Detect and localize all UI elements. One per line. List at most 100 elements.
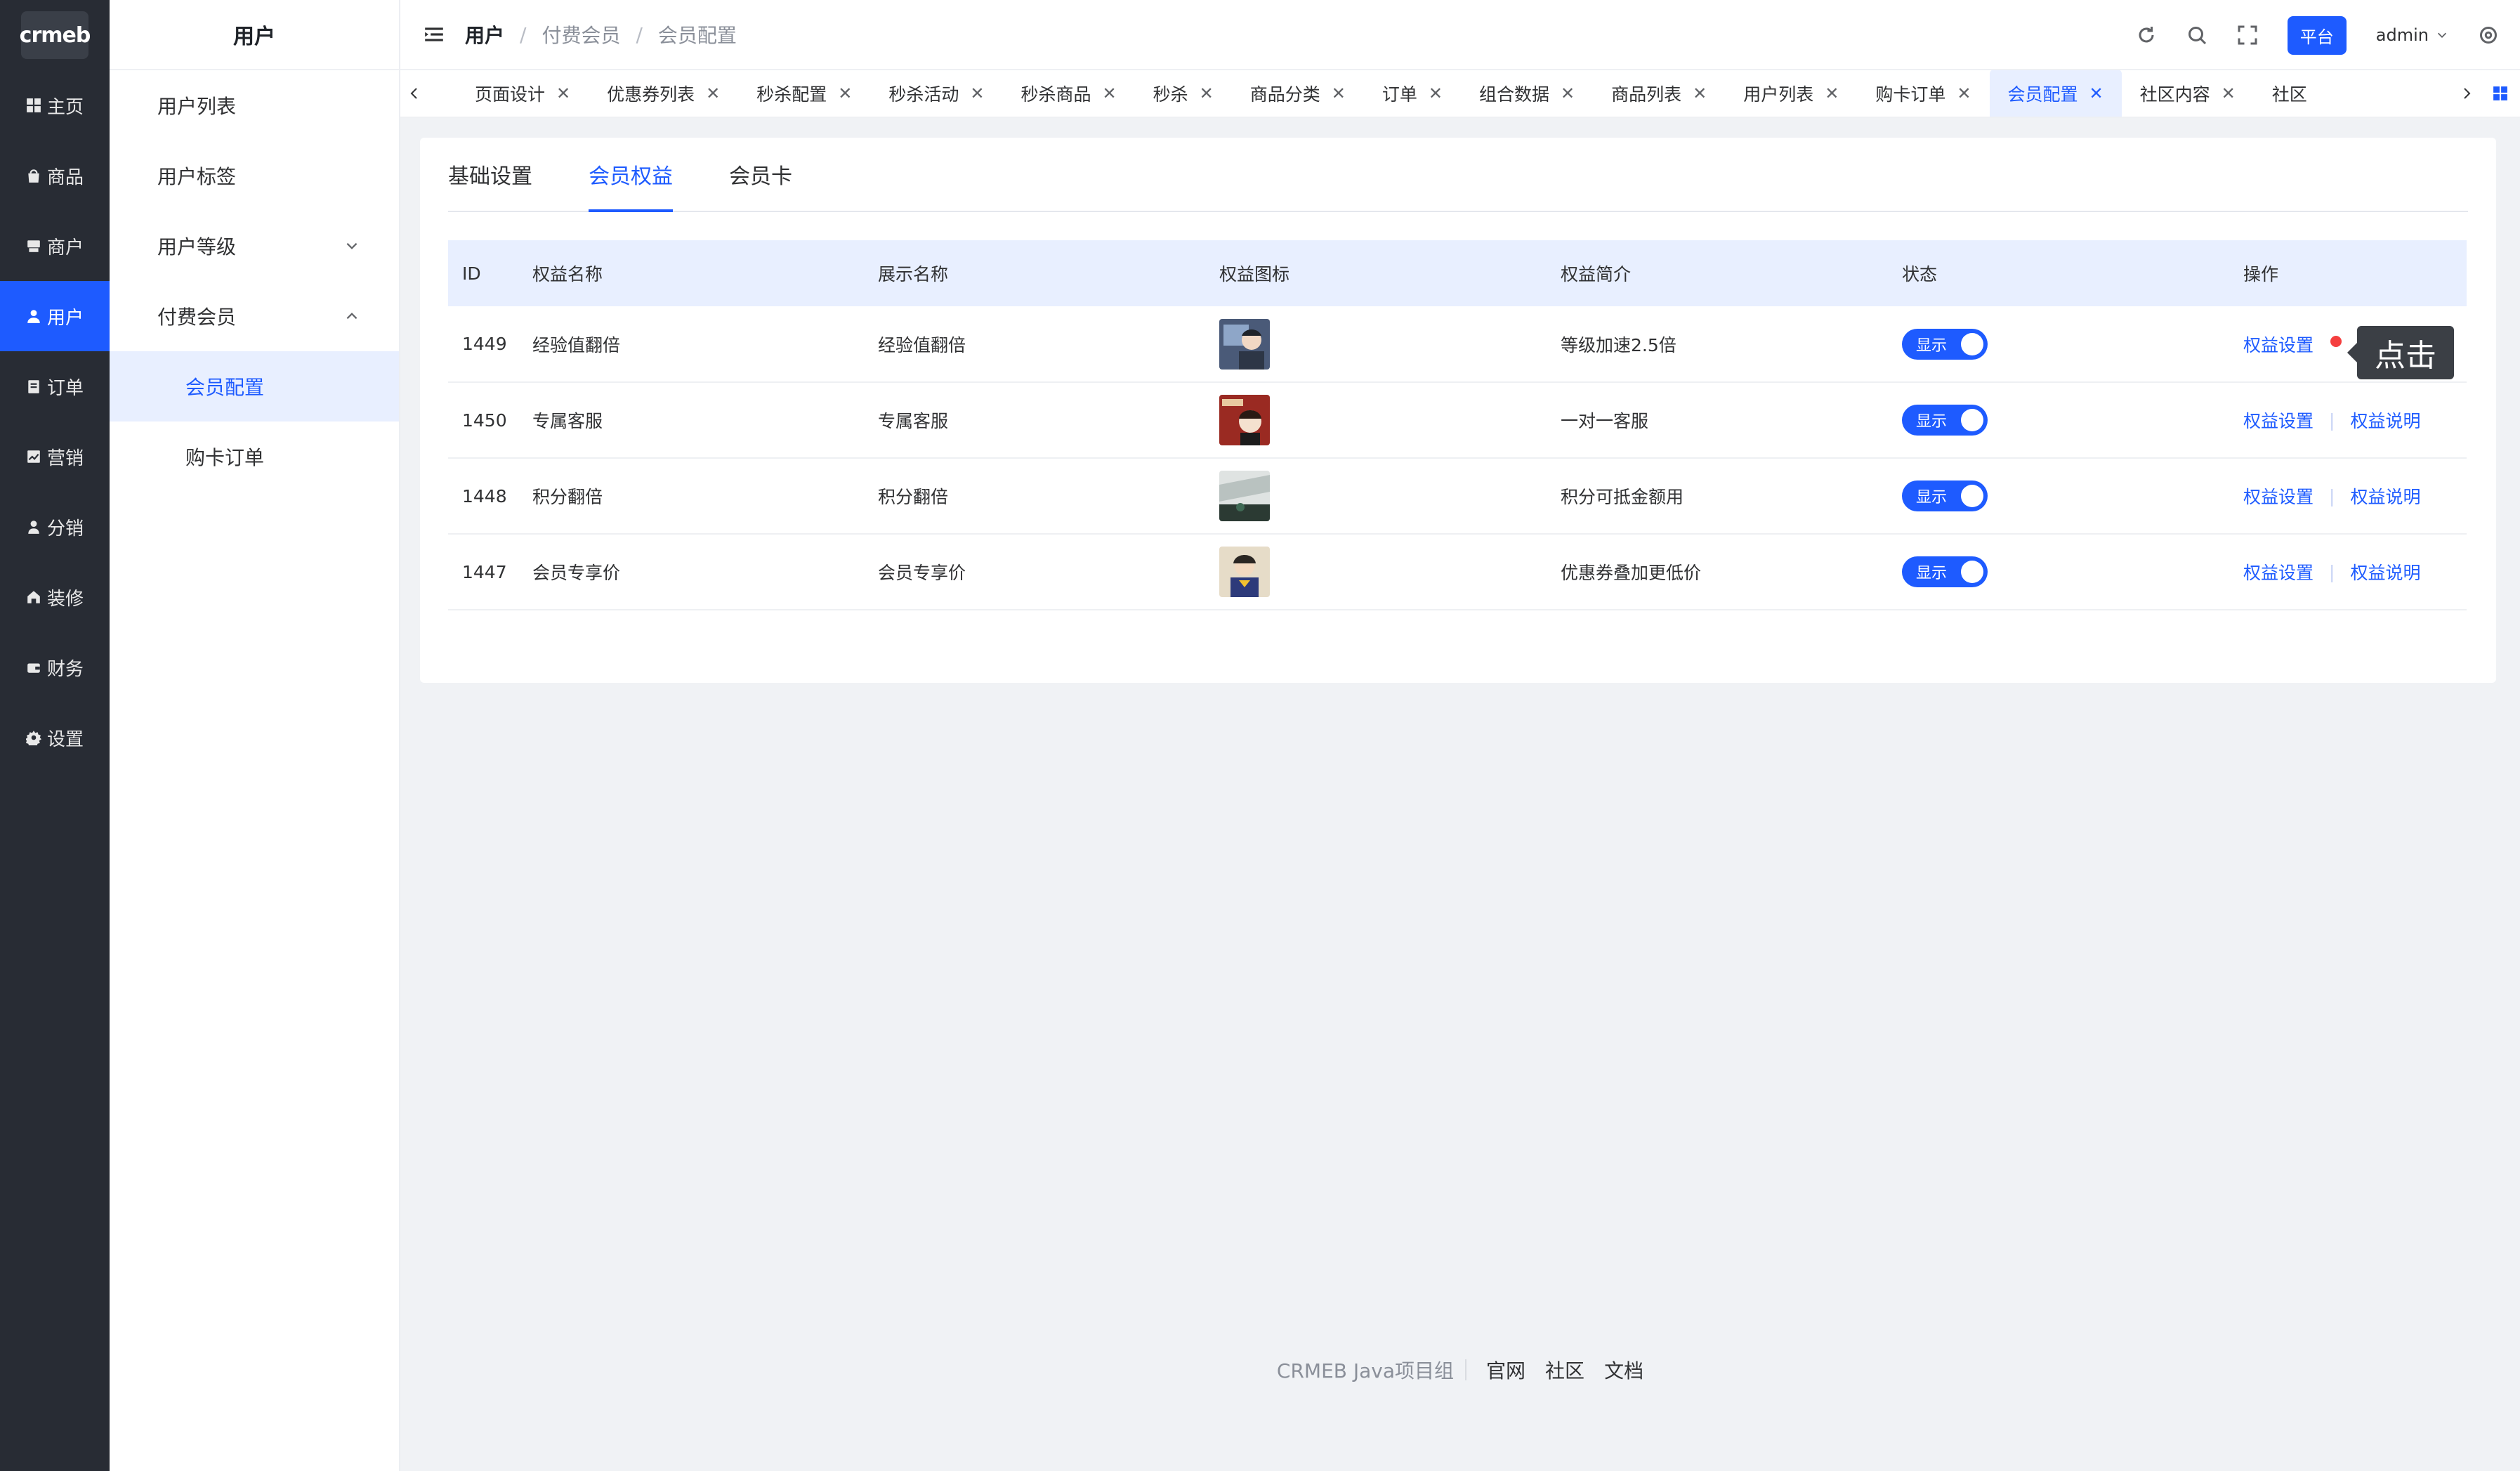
rail-item-distribution[interactable]: 分销	[0, 492, 110, 562]
breadcrumb-item[interactable]: 付费会员	[542, 20, 620, 48]
benefit-icon-image[interactable]	[1219, 395, 1270, 445]
cell-display-name: 积分翻倍	[878, 458, 1219, 535]
tab-member-benefits[interactable]: 会员权益	[589, 138, 673, 212]
status-toggle[interactable]: 显示	[1902, 556, 1988, 587]
footer-team: CRMEB Java项目组	[1276, 1359, 1455, 1382]
footer-link-website[interactable]: 官网	[1486, 1356, 1525, 1384]
close-icon[interactable]: ✕	[2089, 84, 2104, 103]
platform-button[interactable]: 平台	[2287, 15, 2347, 55]
column-header: 权益简介	[1561, 264, 1632, 285]
close-icon[interactable]: ✕	[1103, 84, 1117, 103]
tab-member-config[interactable]: 会员配置 ✕	[1989, 70, 2122, 117]
benefit-settings-link[interactable]: 权益设置	[2243, 559, 2314, 584]
footer-link-docs[interactable]: 文档	[1604, 1356, 1643, 1384]
toggle-knob	[1961, 409, 1983, 431]
benefit-description-link[interactable]: 权益说明	[2350, 559, 2420, 584]
subnav-item-paid-member[interactable]: 付费会员	[110, 281, 399, 351]
rail-item-marketing[interactable]: 营销	[0, 421, 110, 492]
home-icon	[27, 591, 40, 603]
breadcrumb: 用户 / 付费会员 / 会员配置	[465, 20, 737, 48]
tab-order[interactable]: 订单 ✕	[1364, 70, 1461, 117]
close-icon[interactable]: ✕	[1200, 84, 1214, 103]
rail-item-user[interactable]: 用户	[0, 281, 110, 351]
subnav-item-user-level[interactable]: 用户等级	[110, 211, 399, 281]
tabs-scroll-left[interactable]	[400, 70, 428, 117]
close-icon[interactable]: ✕	[1957, 84, 1971, 103]
tab-product-list[interactable]: 商品列表 ✕	[1593, 70, 1725, 117]
rail-label: 装修	[46, 588, 84, 610]
tab-basic-settings[interactable]: 基础设置	[448, 138, 532, 211]
rail-item-order[interactable]: 订单	[0, 351, 110, 421]
fullscreen-icon[interactable]	[2237, 25, 2258, 46]
benefit-icon-image[interactable]	[1219, 471, 1270, 521]
rail-label: 主页	[46, 96, 84, 118]
tab-page-design[interactable]: 页面设计 ✕	[457, 70, 589, 117]
close-icon[interactable]: ✕	[838, 84, 852, 103]
tab-label: 订单	[1382, 84, 1417, 105]
tab-coupon-list[interactable]: 优惠券列表 ✕	[589, 70, 738, 117]
cell-display-name: 经验值翻倍	[878, 306, 1219, 383]
status-toggle[interactable]: 显示	[1902, 405, 1988, 436]
tab-member-card[interactable]: 会员卡	[729, 138, 792, 211]
tab-seckill-product[interactable]: 秒杀商品 ✕	[1003, 70, 1135, 117]
subnav-item-member-config[interactable]: 会员配置	[110, 351, 399, 421]
tab-seckill[interactable]: 秒杀 ✕	[1135, 70, 1232, 117]
tab-community[interactable]: 社区	[2254, 70, 2325, 117]
tab-product-category[interactable]: 商品分类 ✕	[1232, 70, 1364, 117]
cell-id: 1448	[448, 458, 532, 535]
tab-combo-data[interactable]: 组合数据 ✕	[1461, 70, 1593, 117]
rail-item-merchant[interactable]: 商户	[0, 211, 110, 281]
subnav-item-user-tags[interactable]: 用户标签	[110, 140, 399, 211]
settings-icon[interactable]	[2478, 25, 2499, 46]
close-icon[interactable]: ✕	[970, 84, 984, 103]
tab-community-content[interactable]: 社区内容 ✕	[2122, 70, 2254, 117]
rail-item-product[interactable]: 商品	[0, 140, 110, 211]
benefit-description-link[interactable]: 权益说明	[2350, 407, 2420, 433]
close-icon[interactable]: ✕	[2222, 84, 2236, 103]
sub-sidebar-title: 用户	[110, 0, 399, 70]
rail-item-settings[interactable]: 设置	[0, 702, 110, 773]
subnav-item-card-orders[interactable]: 购卡订单	[110, 421, 399, 492]
search-icon[interactable]	[2186, 25, 2207, 46]
close-icon[interactable]: ✕	[1825, 84, 1839, 103]
benefit-icon-image[interactable]	[1219, 318, 1270, 370]
tab-card-orders[interactable]: 购卡订单 ✕	[1857, 70, 1989, 117]
benefit-description-link[interactable]: 权益说明	[2350, 483, 2420, 509]
benefit-settings-link[interactable]: 权益设置	[2243, 407, 2314, 433]
tab-label: 秒杀活动	[888, 84, 959, 105]
close-icon[interactable]: ✕	[1332, 84, 1346, 103]
menu-fold-icon[interactable]	[423, 23, 445, 46]
refresh-icon[interactable]	[2136, 25, 2157, 46]
close-icon[interactable]: ✕	[556, 84, 570, 103]
action-divider: |	[2329, 485, 2335, 506]
benefit-settings-link[interactable]: 权益设置	[2243, 483, 2314, 509]
user-menu[interactable]: admin	[2376, 25, 2448, 45]
close-icon[interactable]: ✕	[1693, 84, 1707, 103]
tab-label: 商品分类	[1249, 84, 1320, 105]
rail-item-home[interactable]: 主页	[0, 70, 110, 140]
subnav-item-user-list[interactable]: 用户列表	[110, 70, 399, 140]
footer-link-community[interactable]: 社区	[1545, 1356, 1584, 1384]
status-toggle[interactable]: 显示	[1902, 328, 1988, 360]
tab-user-list[interactable]: 用户列表 ✕	[1725, 70, 1857, 117]
grid-icon	[27, 98, 41, 112]
column-header: 展示名称	[878, 264, 949, 285]
chevron-down-icon	[2437, 32, 2447, 38]
logo[interactable]: crmeb	[0, 0, 110, 70]
breadcrumb-item[interactable]: 用户	[465, 20, 504, 48]
benefit-icon-image[interactable]	[1219, 547, 1270, 597]
tab-seckill-activity[interactable]: 秒杀活动 ✕	[870, 70, 1002, 117]
rail-item-decoration[interactable]: 装修	[0, 562, 110, 632]
tabs-scroll-right[interactable]	[2453, 70, 2481, 117]
close-icon[interactable]: ✕	[1561, 84, 1575, 103]
tab-label: 秒杀	[1153, 84, 1188, 105]
tabs-menu[interactable]	[2481, 70, 2520, 117]
chart-icon	[27, 450, 40, 463]
tab-seckill-config[interactable]: 秒杀配置 ✕	[738, 70, 870, 117]
rail-item-finance[interactable]: 财务	[0, 632, 110, 702]
close-icon[interactable]: ✕	[1429, 84, 1443, 103]
tab-label: 商品列表	[1611, 84, 1682, 105]
close-icon[interactable]: ✕	[706, 84, 720, 103]
status-toggle[interactable]: 显示	[1902, 480, 1988, 511]
benefit-settings-link[interactable]: 权益设置	[2243, 332, 2314, 357]
